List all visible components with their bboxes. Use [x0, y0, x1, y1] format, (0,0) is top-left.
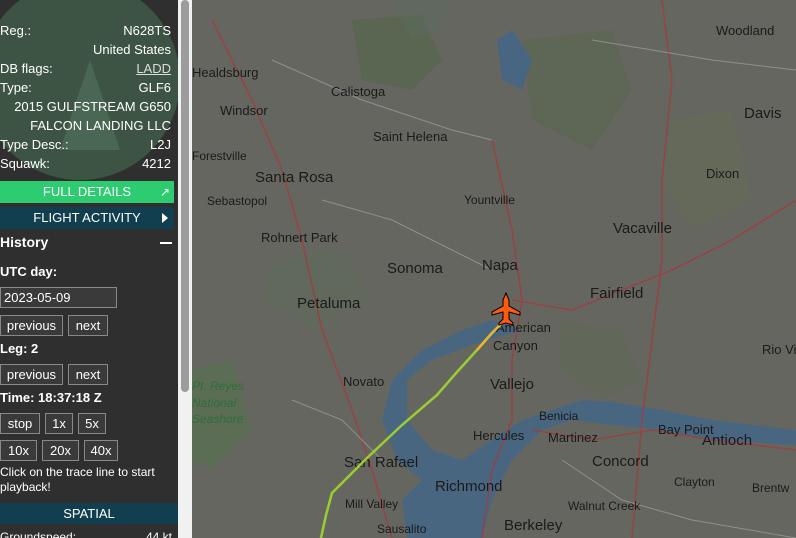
map-label-benicia: Benicia — [539, 409, 579, 423]
history-header[interactable]: History — [0, 232, 178, 252]
map-view[interactable]: Healdsburg Calistoga Windsor Saint Helen… — [192, 0, 796, 538]
map-label-napa: Napa — [482, 257, 519, 274]
map-label-yountville: Yountville — [464, 193, 515, 207]
speed-20x-button[interactable]: 20x — [42, 440, 79, 461]
flight-activity-label: FLIGHT ACTIVITY — [33, 210, 141, 225]
time-label: Time: 18:37:18 Z — [0, 390, 102, 405]
leg-label: Leg: 2 — [0, 341, 39, 356]
map-label-sonoma: Sonoma — [387, 260, 444, 277]
owner-value: FALCON LANDING LLC — [30, 118, 171, 133]
type-desc-row: Type Desc.: L2J — [0, 135, 174, 154]
squawk-value: 4212 — [142, 156, 171, 171]
model-value: 2015 GULFSTREAM G650 — [14, 99, 171, 114]
collapse-icon[interactable] — [160, 242, 172, 244]
map-label-dixon: Dixon — [706, 166, 739, 181]
groundspeed-value: 44 kt — [145, 530, 172, 538]
playback-hint: Click on the trace line to start playbac… — [0, 465, 155, 494]
map-label-concord: Concord — [592, 453, 649, 470]
day-previous-button[interactable]: previous — [0, 315, 63, 336]
map-label-petaluma: Petaluma — [297, 295, 361, 312]
map-label-saint-helena: Saint Helena — [373, 129, 448, 144]
map-label-santa-rosa: Santa Rosa — [255, 169, 334, 186]
map-label-sebastopol: Sebastopol — [207, 194, 267, 208]
map-label-rohnert-park: Rohnert Park — [261, 230, 338, 245]
reg-row: Reg.: N628TS — [0, 21, 174, 40]
speed-5x-button[interactable]: 5x — [78, 413, 106, 434]
model-row: 2015 GULFSTREAM G650 — [0, 97, 174, 116]
map-label-martinez: Martinez — [548, 430, 598, 445]
map-label-national: National — [192, 396, 236, 410]
db-flags-row: DB flags: LADD — [0, 59, 174, 78]
leg-previous-button[interactable]: previous — [0, 364, 63, 385]
map-canvas[interactable]: Healdsburg Calistoga Windsor Saint Helen… — [192, 0, 796, 538]
type-desc-label: Type Desc.: — [0, 137, 69, 152]
sidebar-scrollbar-thumb[interactable] — [181, 0, 189, 392]
map-label-novato: Novato — [343, 374, 384, 389]
map-label-mill-valley: Mill Valley — [345, 497, 398, 511]
external-link-icon: ↗ — [159, 185, 170, 199]
speed-10x-button[interactable]: 10x — [0, 440, 37, 461]
spatial-button[interactable]: SPATIAL — [0, 503, 178, 524]
map-label-canyon: Canyon — [493, 338, 538, 353]
map-label-walnut-creek: Walnut Creek — [568, 499, 641, 513]
type-value: GLF6 — [138, 80, 171, 95]
map-label-seashore: Seashore — [192, 412, 244, 426]
utc-day-input[interactable] — [0, 287, 117, 308]
type-row: Type: GLF6 — [0, 78, 174, 97]
owner-row: FALCON LANDING LLC — [0, 116, 174, 135]
squawk-row: Squawk: 4212 — [0, 154, 174, 173]
reg-label: Reg.: — [0, 23, 32, 38]
map-label-calistoga: Calistoga — [331, 84, 386, 99]
full-details-button[interactable]: FULL DETAILS ↗ — [0, 181, 174, 203]
db-flags-label: DB flags: — [0, 61, 53, 76]
country-row: United States — [0, 40, 174, 59]
speed-stop-button[interactable]: stop — [0, 413, 40, 434]
map-label-forestville: Forestville — [192, 149, 247, 163]
map-label-berkeley: Berkeley — [504, 517, 563, 534]
map-label-davis: Davis — [744, 105, 782, 122]
groundspeed-row: Groundspeed: 44 kt — [0, 530, 178, 538]
map-label-brentwood: Brentw — [752, 481, 790, 495]
history-title: History — [0, 234, 49, 250]
flight-activity-button[interactable]: FLIGHT ACTIVITY — [0, 207, 174, 229]
map-label-rio-vista: Rio Vi — [762, 342, 796, 357]
map-label-woodland: Woodland — [716, 23, 774, 38]
speed-1x-button[interactable]: 1x — [45, 413, 73, 434]
map-label-sausalito: Sausalito — [377, 522, 427, 536]
map-label-vacaville: Vacaville — [613, 220, 672, 237]
map-label-fairfield: Fairfield — [590, 285, 643, 302]
utc-day-label: UTC day: — [0, 264, 58, 279]
type-desc-value: L2J — [150, 137, 171, 152]
map-label-hercules: Hercules — [473, 428, 525, 443]
country-value: United States — [92, 42, 171, 57]
reg-value: N628TS — [123, 23, 171, 38]
groundspeed-label: Groundspeed: — [0, 530, 77, 538]
map-label-healdsburg: Healdsburg — [192, 65, 259, 80]
map-label-antioch: Antioch — [702, 432, 752, 449]
leg-next-button[interactable]: next — [68, 364, 108, 385]
squawk-label: Squawk: — [0, 156, 50, 171]
db-flags-link[interactable]: LADD — [136, 59, 171, 78]
chevron-right-icon — [162, 213, 168, 223]
info-sidebar: Reg.: N628TS United States DB flags: LAD… — [0, 0, 178, 538]
map-label-vallejo: Vallejo — [490, 376, 534, 393]
day-next-button[interactable]: next — [68, 315, 108, 336]
type-label: Type: — [0, 80, 32, 95]
full-details-label: FULL DETAILS — [42, 184, 132, 199]
speed-40x-button[interactable]: 40x — [84, 440, 118, 461]
map-label-clayton: Clayton — [674, 475, 715, 489]
map-label-pt-reyes: Pt. Reyes — [192, 379, 244, 393]
map-label-windsor: Windsor — [220, 103, 268, 118]
map-label-richmond: Richmond — [435, 478, 503, 495]
